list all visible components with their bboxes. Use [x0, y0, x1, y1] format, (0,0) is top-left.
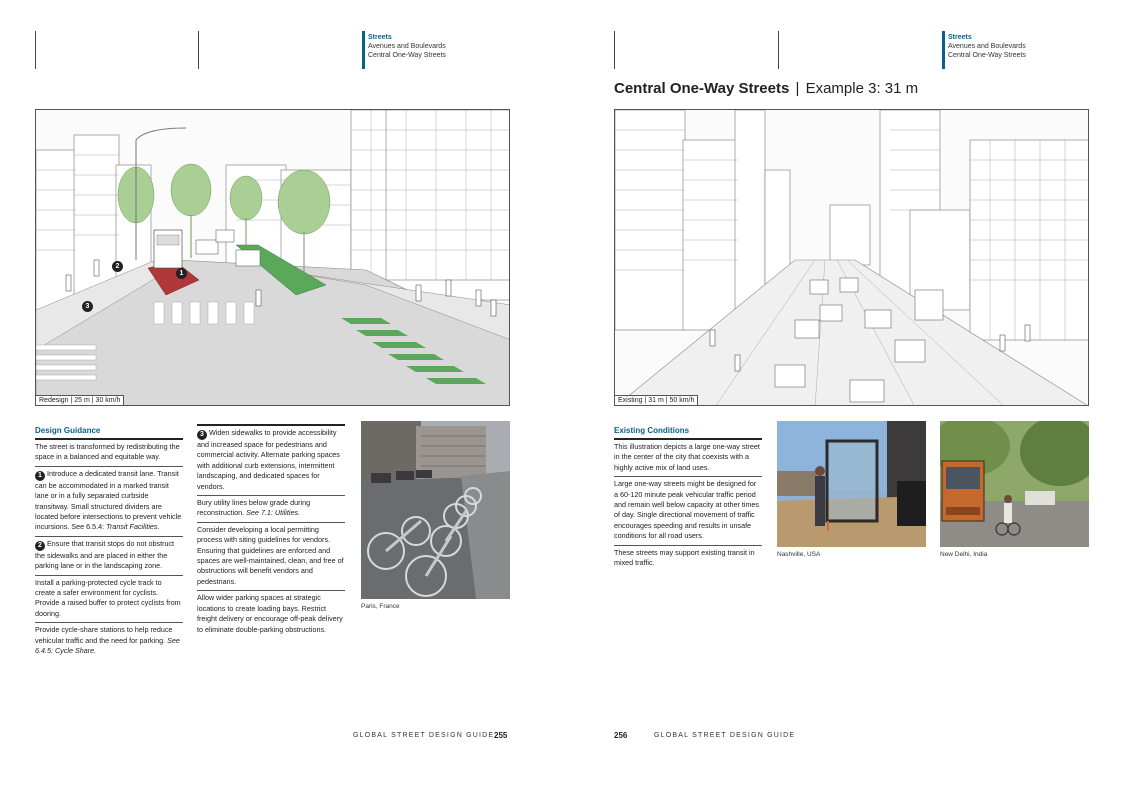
- existing-illustration: Existing | 31 m | 50 km/h: [614, 109, 1089, 406]
- page-number-right: 256: [614, 731, 628, 740]
- page-number-left: 255: [494, 731, 508, 740]
- photo-delhi: [940, 421, 1089, 547]
- paragraph: Provide cycle-share stations to help red…: [35, 622, 183, 656]
- marker-1[interactable]: 1: [176, 268, 187, 279]
- photo-caption-delhi: New Delhi, India: [940, 551, 988, 558]
- paragraph: Bury utility lines below grade during re…: [197, 495, 345, 519]
- header-section[interactable]: Streets: [368, 33, 446, 42]
- dg2-p1: Widen sidewalks to provide accessibility…: [197, 428, 340, 491]
- number-badge-3: 3: [197, 430, 207, 440]
- number-badge-2: 2: [35, 540, 45, 551]
- dg-p1: The street is transformed by redistribut…: [35, 442, 180, 462]
- dg2-p2-ref[interactable]: See 7.1: Utilities.: [246, 508, 300, 517]
- marker-3[interactable]: 3: [82, 301, 93, 312]
- dg-p4: Install a parking-protected cycle track …: [35, 577, 181, 618]
- page-title-main: Central One-Way Streets: [614, 80, 790, 97]
- paragraph: 1 Introduce a dedicated transit lane. Tra…: [35, 465, 183, 533]
- existing-conditions-heading: Existing Conditions: [614, 426, 690, 435]
- dg-p3: Ensure that transit stops do not obstruc…: [35, 538, 175, 571]
- paris-bike-share-photo: [361, 421, 510, 599]
- delhi-bus-photo: [940, 421, 1089, 547]
- section-tab: [362, 31, 365, 69]
- header-subsection[interactable]: Avenues and Boulevards: [948, 42, 1026, 51]
- design-guidance-col2: 3 Widen sidewalks to provide accessibilit…: [197, 424, 345, 638]
- nashville-bus-stop-photo: [777, 421, 926, 547]
- existing-street-drawing: [615, 110, 1088, 405]
- photo-caption-paris: Paris, France: [361, 603, 400, 610]
- header-topic[interactable]: Central One-Way Streets: [948, 51, 1026, 60]
- footer-right-text: GLOBAL STREET DESIGN GUIDE: [654, 732, 796, 739]
- design-guidance-col1: The street is transformed by redistribut…: [35, 438, 183, 660]
- header-rule: [35, 31, 36, 69]
- number-badge-1: 1: [35, 470, 45, 481]
- photo-nashville: [777, 421, 926, 547]
- header-topic[interactable]: Central One-Way Streets: [368, 51, 446, 60]
- header-section[interactable]: Streets: [948, 33, 1026, 42]
- header-nav-left: Streets Avenues and Boulevards Central O…: [368, 33, 446, 60]
- dg-p2-ref[interactable]: Transit Facilities.: [106, 522, 159, 531]
- section-tab: [942, 31, 945, 69]
- footer-left-text: GLOBAL STREET DESIGN GUIDE: [353, 732, 495, 739]
- existing-caption: Existing | 31 m | 50 km/h: [615, 395, 699, 405]
- page-title-sub: Example 3: 31 m: [805, 80, 919, 97]
- dg2-p4: Allow wider parking spaces at strategic …: [197, 593, 343, 634]
- paragraph: Consider developing a local permitting p…: [197, 521, 345, 587]
- redesign-street-drawing: [36, 110, 509, 405]
- header-rule: [778, 31, 779, 69]
- ec-p2: Large one-way streets might be designed …: [614, 479, 760, 541]
- paragraph: 3 Widen sidewalks to provide accessibilit…: [197, 424, 345, 492]
- paragraph: This illustration depicts a large one-wa…: [614, 438, 762, 473]
- header-nav-right: Streets Avenues and Boulevards Central O…: [948, 33, 1026, 60]
- dg2-p3: Consider developing a local permitting p…: [197, 524, 344, 586]
- ec-p1: This illustration depicts a large one-wa…: [614, 442, 760, 472]
- design-guidance-heading: Design Guidance: [35, 426, 101, 435]
- paragraph: Allow wider parking spaces at strategic …: [197, 590, 345, 635]
- paragraph: These streets may support existing trans…: [614, 544, 762, 569]
- photo-paris: [361, 421, 510, 599]
- title-separator: |: [795, 80, 800, 97]
- marker-2[interactable]: 2: [112, 261, 123, 272]
- header-rule: [614, 31, 615, 69]
- page-title: Central One-Way Streets | Example 3: 31 …: [614, 80, 918, 97]
- paragraph: Install a parking-protected cycle track …: [35, 574, 183, 620]
- paragraph: Large one-way streets might be designed …: [614, 476, 762, 541]
- redesign-caption: Redesign | 25 m | 30 km/h: [36, 395, 125, 405]
- paragraph: The street is transformed by redistribut…: [35, 438, 183, 463]
- header-rule: [198, 31, 199, 69]
- photo-caption-nashville: Nashville, USA: [777, 551, 821, 558]
- dg-p5: Provide cycle-share stations to help red…: [35, 625, 173, 645]
- existing-conditions-col: This illustration depicts a large one-wa…: [614, 438, 762, 571]
- redesign-illustration: 1 2 3 Redesign | 25 m | 30 km/h: [35, 109, 510, 406]
- header-subsection[interactable]: Avenues and Boulevards: [368, 42, 446, 51]
- ec-p3: These streets may support existing trans…: [614, 547, 755, 568]
- paragraph: 2 Ensure that transit stops do not obstru…: [35, 535, 183, 572]
